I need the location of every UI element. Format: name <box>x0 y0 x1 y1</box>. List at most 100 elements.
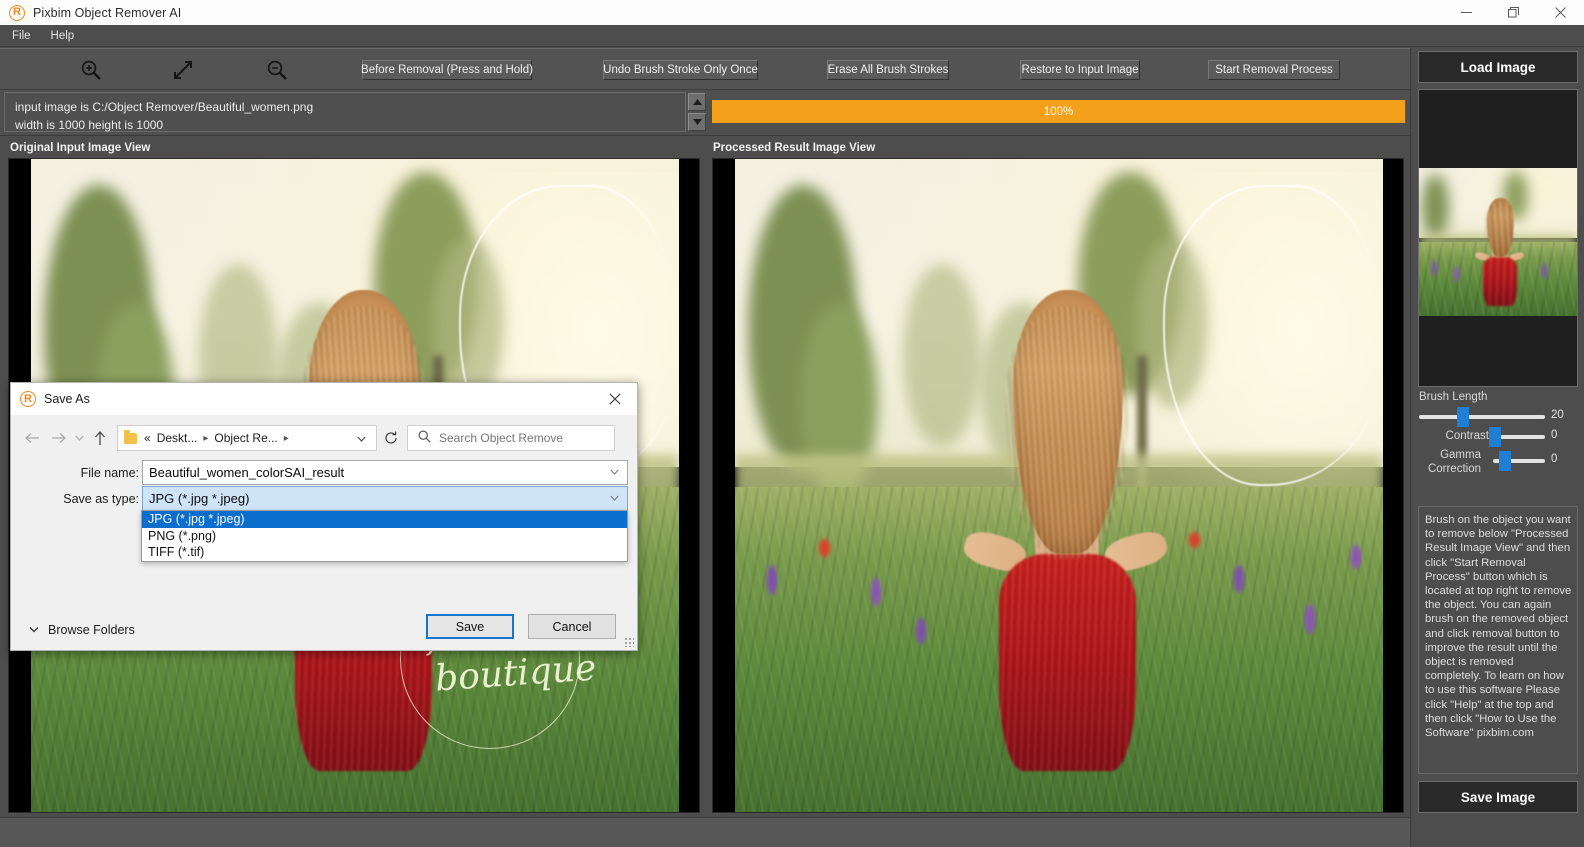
save-as-type-label: Save as type: <box>63 492 139 506</box>
close-icon[interactable] <box>593 383 637 415</box>
help-instructions-text: Brush on the object you want to remove b… <box>1418 506 1578 774</box>
save-as-dialog: R Save As « Deskt... ▸ Object Re... ▸ Se… <box>10 382 638 651</box>
dialog-title-bar: R Save As <box>11 383 637 415</box>
before-removal-button[interactable]: Before Removal (Press and Hold) <box>361 60 533 80</box>
photo-flower <box>1350 545 1361 570</box>
right-sidebar: Load Image Brush Length 20 Contrast 0 Ga… <box>1410 48 1584 847</box>
restore-to-input-image-button[interactable]: Restore to Input Image <box>1020 60 1140 80</box>
search-icon <box>418 430 431 446</box>
dialog-resize-grip[interactable] <box>624 637 634 647</box>
save-button[interactable]: Save <box>426 614 514 639</box>
progress-bar: 100% <box>712 100 1405 123</box>
arrow-up-icon[interactable] <box>87 425 113 451</box>
dropdown-option-png[interactable]: PNG (*.png) <box>142 528 627 545</box>
save-as-type-select[interactable]: JPG (*.jpg *.jpeg) <box>142 486 628 511</box>
chevron-down-icon[interactable] <box>610 493 619 504</box>
photo-subject-hair <box>1012 290 1123 555</box>
brush-length-slider-thumb[interactable] <box>1457 407 1469 427</box>
chevron-down-icon[interactable] <box>610 467 619 478</box>
gamma-correction-slider-thumb[interactable] <box>1499 451 1511 471</box>
refresh-icon[interactable] <box>377 425 405 451</box>
progress-bar-fill: 100% <box>712 100 1405 123</box>
contrast-label: Contrast <box>1445 430 1489 442</box>
spinner-down-icon[interactable] <box>688 113 706 131</box>
app-logo-icon: R <box>9 4 25 21</box>
search-input[interactable]: Search Object Remove <box>407 425 615 451</box>
input-image-info-line2: width is 1000 height is 1000 <box>15 118 164 132</box>
breadcrumb-separator-icon: ▸ <box>203 432 209 444</box>
application-window: R Pixbim Object Remover AI File Help Bef… <box>0 0 1584 847</box>
save-as-type-value: JPG (*.jpg *.jpeg) <box>149 491 250 506</box>
close-icon[interactable] <box>1537 0 1584 25</box>
photo-subject <box>1473 197 1527 307</box>
browse-folders-toggle[interactable]: Browse Folders <box>29 623 135 637</box>
file-name-input[interactable]: Beautiful_women_colorSAI_result <box>142 460 628 485</box>
contrast-slider-thumb[interactable] <box>1489 427 1501 447</box>
dropdown-option-jpg[interactable]: JPG (*.jpg *.jpeg) <box>142 511 627 528</box>
processed-photo <box>735 159 1383 812</box>
brush-length-slider-track[interactable] <box>1419 415 1545 419</box>
save-as-type-dropdown-list[interactable]: JPG (*.jpg *.jpeg) PNG (*.png) TIFF (*.t… <box>141 510 628 562</box>
thumbnail-preview <box>1418 89 1578 387</box>
chevron-down-icon[interactable] <box>71 425 87 451</box>
erase-all-brush-strokes-button[interactable]: Erase All Brush Strokes <box>827 60 949 80</box>
status-bar <box>0 817 1410 847</box>
undo-brush-stroke-button[interactable]: Undo Brush Stroke Only Once <box>603 60 758 80</box>
load-image-button[interactable]: Load Image <box>1418 51 1578 83</box>
dialog-title: Save As <box>44 392 90 406</box>
menu-item-file[interactable]: File <box>4 28 39 44</box>
window-controls <box>1443 0 1584 25</box>
menu-item-help[interactable]: Help <box>43 28 83 44</box>
photo-subject-dress <box>999 554 1136 772</box>
save-image-button[interactable]: Save Image <box>1418 781 1578 813</box>
restore-icon[interactable] <box>1490 0 1537 25</box>
input-image-info-line1: input image is C:/Object Remover/Beautif… <box>15 100 314 114</box>
processed-result-image-view-label: Processed Result Image View <box>713 142 876 154</box>
dropdown-option-tiff[interactable]: TIFF (*.tif) <box>142 544 627 561</box>
breadcrumb[interactable]: « Deskt... ▸ Object Re... ▸ <box>117 425 377 451</box>
fit-screen-icon[interactable] <box>170 57 196 83</box>
info-scroll-spinner[interactable] <box>688 93 706 131</box>
processed-result-image-view[interactable] <box>712 158 1404 813</box>
info-row: input image is C:/Object Remover/Beautif… <box>0 90 1410 136</box>
minimize-icon[interactable] <box>1443 0 1490 25</box>
file-name-label: File name: <box>80 466 139 480</box>
input-image-info-box: input image is C:/Object Remover/Beautif… <box>4 92 686 132</box>
photo-flower <box>1188 532 1200 549</box>
arrow-right-icon[interactable] <box>45 425 71 451</box>
folder-icon <box>124 429 137 444</box>
spinner-up-icon[interactable] <box>688 93 706 111</box>
contrast-value: 0 <box>1551 429 1558 441</box>
dialog-navigation-bar: « Deskt... ▸ Object Re... ▸ Search Objec… <box>11 415 637 461</box>
zoom-in-icon[interactable] <box>78 57 104 83</box>
photo-tree <box>1422 173 1450 240</box>
photo-subject <box>955 290 1175 772</box>
cancel-button[interactable]: Cancel <box>528 614 616 639</box>
photo-flower <box>1453 265 1459 282</box>
menu-bar: File Help <box>0 25 1584 47</box>
breadcrumb-prefix: « <box>144 431 151 445</box>
title-bar: R Pixbim Object Remover AI <box>0 0 1584 25</box>
file-name-value: Beautiful_women_colorSAI_result <box>149 465 345 480</box>
original-input-image-view-label: Original Input Image View <box>10 142 151 154</box>
photo-subject-dress <box>1483 257 1517 307</box>
photo-flower <box>1431 259 1437 276</box>
gamma-correction-value: 0 <box>1551 453 1558 465</box>
watermark-line2: boutique <box>433 647 598 700</box>
photo-flower <box>1233 565 1244 594</box>
photo-subject-hair <box>1486 197 1514 258</box>
breadcrumb-item-desktop[interactable]: Deskt... <box>157 431 198 445</box>
arrow-left-icon[interactable] <box>19 425 45 451</box>
start-removal-process-button[interactable]: Start Removal Process <box>1208 60 1340 80</box>
chevron-down-icon[interactable] <box>357 431 366 445</box>
dialog-app-icon: R <box>20 391 36 407</box>
window-title: Pixbim Object Remover AI <box>33 5 182 20</box>
thumbnail-photo <box>1419 168 1577 316</box>
zoom-out-icon[interactable] <box>264 57 290 83</box>
browse-folders-label: Browse Folders <box>48 623 135 637</box>
breadcrumb-separator-icon: ▸ <box>283 432 289 444</box>
breadcrumb-item-object-remover[interactable]: Object Re... <box>214 431 277 445</box>
brush-length-value: 20 <box>1551 409 1564 421</box>
toolbar: Before Removal (Press and Hold) Undo Bru… <box>0 48 1410 90</box>
brush-stroke-overlay <box>1162 185 1383 487</box>
